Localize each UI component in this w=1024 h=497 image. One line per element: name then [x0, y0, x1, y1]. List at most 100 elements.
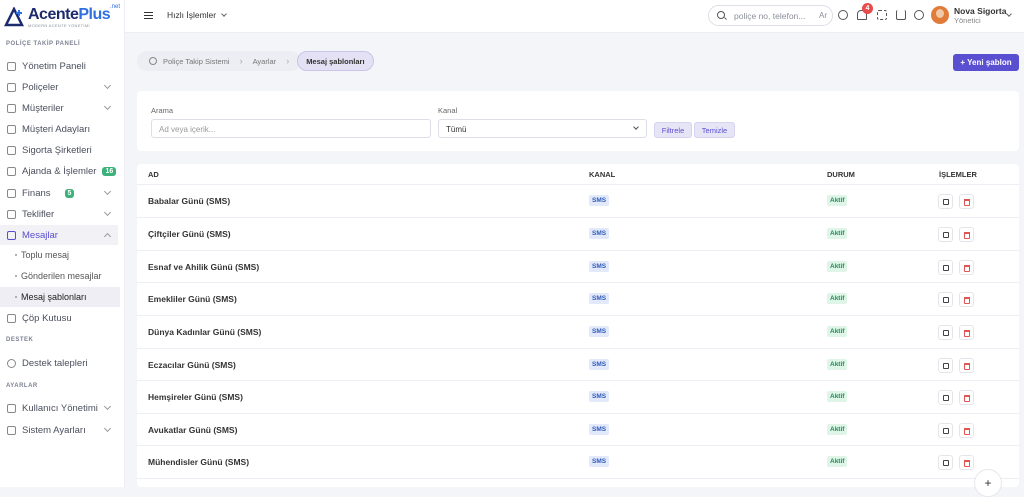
- edit-button[interactable]: [938, 390, 953, 405]
- delete-button[interactable]: [959, 390, 974, 405]
- sidebar-item-label: Kullanıcı Yönetimi: [22, 402, 98, 414]
- floating-add-button[interactable]: +: [974, 469, 1002, 497]
- column-header-channel[interactable]: KANAL: [589, 170, 615, 179]
- trash-icon: [964, 330, 970, 337]
- chevron-down-icon: [103, 208, 112, 217]
- sidebar-item-agenda[interactable]: Ajanda & İşlemler 16: [0, 161, 125, 181]
- table-row[interactable]: Dünya Kadınlar Günü (SMS) SMS Aktif: [137, 315, 1019, 348]
- chevron-up-icon: [103, 232, 112, 241]
- edit-button[interactable]: [938, 194, 953, 209]
- template-search-input[interactable]: Ad veya içerik...: [151, 119, 431, 138]
- edit-button[interactable]: [938, 423, 953, 438]
- sidebar-sub-sent-messages[interactable]: Gönderilen mesajlar: [0, 266, 120, 286]
- sidebar-item-leads[interactable]: Müşteri Adayları: [0, 119, 125, 139]
- sidebar-item-finance[interactable]: Finans 5: [0, 183, 125, 203]
- channel-select[interactable]: Tümü: [438, 119, 647, 138]
- brand-name: AcentePlus: [28, 6, 111, 23]
- table-row[interactable]: Mühendisler Günü (SMS) SMS Aktif: [137, 445, 1019, 478]
- calendar-icon: [7, 166, 16, 176]
- section-support: DESTEK: [6, 337, 34, 343]
- chevron-down-icon[interactable]: [1006, 11, 1012, 17]
- user-role: Yönetici: [954, 16, 981, 25]
- template-name: Avukatlar Günü (SMS): [148, 425, 238, 435]
- table-row[interactable]: Esnaf ve Ahilik Günü (SMS) SMS Aktif: [137, 250, 1019, 283]
- edit-icon: [943, 428, 949, 434]
- clear-button[interactable]: Temizle: [694, 122, 735, 138]
- sidebar-sub-bulk-message[interactable]: Toplu mesaj: [0, 245, 120, 265]
- quick-actions-dropdown[interactable]: Hızlı İşlemler: [167, 10, 227, 20]
- sidebar-item-support-tickets[interactable]: Destek talepleri: [0, 353, 125, 373]
- table-row[interactable]: Emekliler Günü (SMS) SMS Aktif: [137, 282, 1019, 315]
- sidebar-item-user-management[interactable]: Kullanıcı Yönetimi: [0, 398, 125, 418]
- sidebar-item-label: Mesajlar: [22, 229, 58, 241]
- edit-button[interactable]: [938, 260, 953, 275]
- search-icon: [717, 11, 725, 19]
- new-template-button[interactable]: + Yeni şablon: [953, 54, 1019, 71]
- sidebar-item-dashboard[interactable]: Yönetim Paneli: [0, 56, 125, 76]
- table-row: [137, 478, 1019, 487]
- edit-button[interactable]: [938, 358, 953, 373]
- delete-button[interactable]: [959, 227, 974, 242]
- status-badge: Aktif: [827, 424, 848, 435]
- menu-icon[interactable]: [144, 12, 153, 19]
- column-header-actions: İŞLEMLER: [939, 170, 977, 179]
- edit-button[interactable]: [938, 325, 953, 340]
- table-row[interactable]: Hemşireler Günü (SMS) SMS Aktif: [137, 380, 1019, 413]
- delete-button[interactable]: [959, 358, 974, 373]
- status-badge: Aktif: [827, 456, 848, 467]
- sidebar-item-messages[interactable]: Mesajlar: [0, 225, 118, 245]
- edit-button[interactable]: [938, 227, 953, 242]
- user-name: Nova Sigorta: [954, 6, 1007, 16]
- template-name: Çiftçiler Günü (SMS): [148, 229, 231, 239]
- fullscreen-icon[interactable]: [877, 10, 887, 20]
- agenda-count-badge: 16: [102, 166, 117, 176]
- sidebar-item-label: Yönetim Paneli: [22, 60, 86, 72]
- edit-button[interactable]: [938, 455, 953, 470]
- bullet-icon: [15, 275, 17, 277]
- breadcrumb-settings[interactable]: Ayarlar: [253, 57, 277, 66]
- column-header-name[interactable]: AD: [148, 170, 159, 179]
- sidebar-item-label: Destek talepleri: [22, 357, 88, 369]
- theme-sun-icon[interactable]: [838, 10, 848, 20]
- delete-button[interactable]: [959, 455, 974, 470]
- sidebar-item-system-settings[interactable]: Sistem Ayarları: [0, 420, 125, 440]
- avatar[interactable]: [931, 6, 949, 24]
- trash-icon: [964, 428, 970, 435]
- channel-badge: SMS: [589, 391, 610, 402]
- bullet-icon: [15, 296, 17, 298]
- filter-button[interactable]: Filtrele: [654, 122, 692, 138]
- sidebar-item-label: Müşteri Adayları: [22, 123, 91, 135]
- delete-button[interactable]: [959, 194, 974, 209]
- sidebar-item-trash[interactable]: Çöp Kutusu: [0, 308, 125, 328]
- grid-icon: [7, 61, 16, 71]
- home-icon: [149, 57, 157, 65]
- help-icon[interactable]: [914, 10, 924, 20]
- download-icon[interactable]: [896, 10, 906, 20]
- sidebar-item-policies[interactable]: Poliçeler: [0, 77, 125, 97]
- trash-icon: [964, 199, 970, 206]
- sidebar-item-label: Çöp Kutusu: [22, 312, 72, 324]
- delete-button[interactable]: [959, 325, 974, 340]
- table-row[interactable]: Çiftçiler Günü (SMS) SMS Aktif: [137, 217, 1019, 250]
- table-row[interactable]: Babalar Günü (SMS) SMS Aktif: [137, 184, 1019, 217]
- sidebar-sub-templates[interactable]: Mesaj şablonları: [0, 287, 120, 307]
- table-row[interactable]: Avukatlar Günü (SMS) SMS Aktif: [137, 413, 1019, 446]
- status-badge: Aktif: [827, 261, 848, 272]
- status-badge: Aktif: [827, 326, 848, 337]
- sidebar-item-offers[interactable]: Teklifler: [0, 204, 125, 224]
- sidebar-item-customers[interactable]: Müşteriler: [0, 98, 125, 118]
- delete-button[interactable]: [959, 423, 974, 438]
- edit-button[interactable]: [938, 292, 953, 307]
- brand-logo[interactable]: AcentePlus .net MODERN ACENTE YÖNETİMİ: [4, 4, 122, 30]
- edit-icon: [943, 363, 949, 369]
- trash-icon: [964, 460, 970, 467]
- breadcrumb-home[interactable]: Poliçe Takip Sistemi › Ayarlar ›: [137, 51, 302, 71]
- section-policy-panel: POLİÇE TAKİP PANELİ: [6, 41, 81, 47]
- table-row[interactable]: Eczacılar Günü (SMS) SMS Aktif: [137, 348, 1019, 381]
- section-settings: AYARLAR: [6, 383, 38, 389]
- sidebar-item-insurers[interactable]: Sigorta Şirketleri: [0, 140, 125, 160]
- global-search-input[interactable]: poliçe no, telefon... Ar: [708, 5, 833, 26]
- delete-button[interactable]: [959, 292, 974, 307]
- delete-button[interactable]: [959, 260, 974, 275]
- column-header-status[interactable]: DURUM: [827, 170, 855, 179]
